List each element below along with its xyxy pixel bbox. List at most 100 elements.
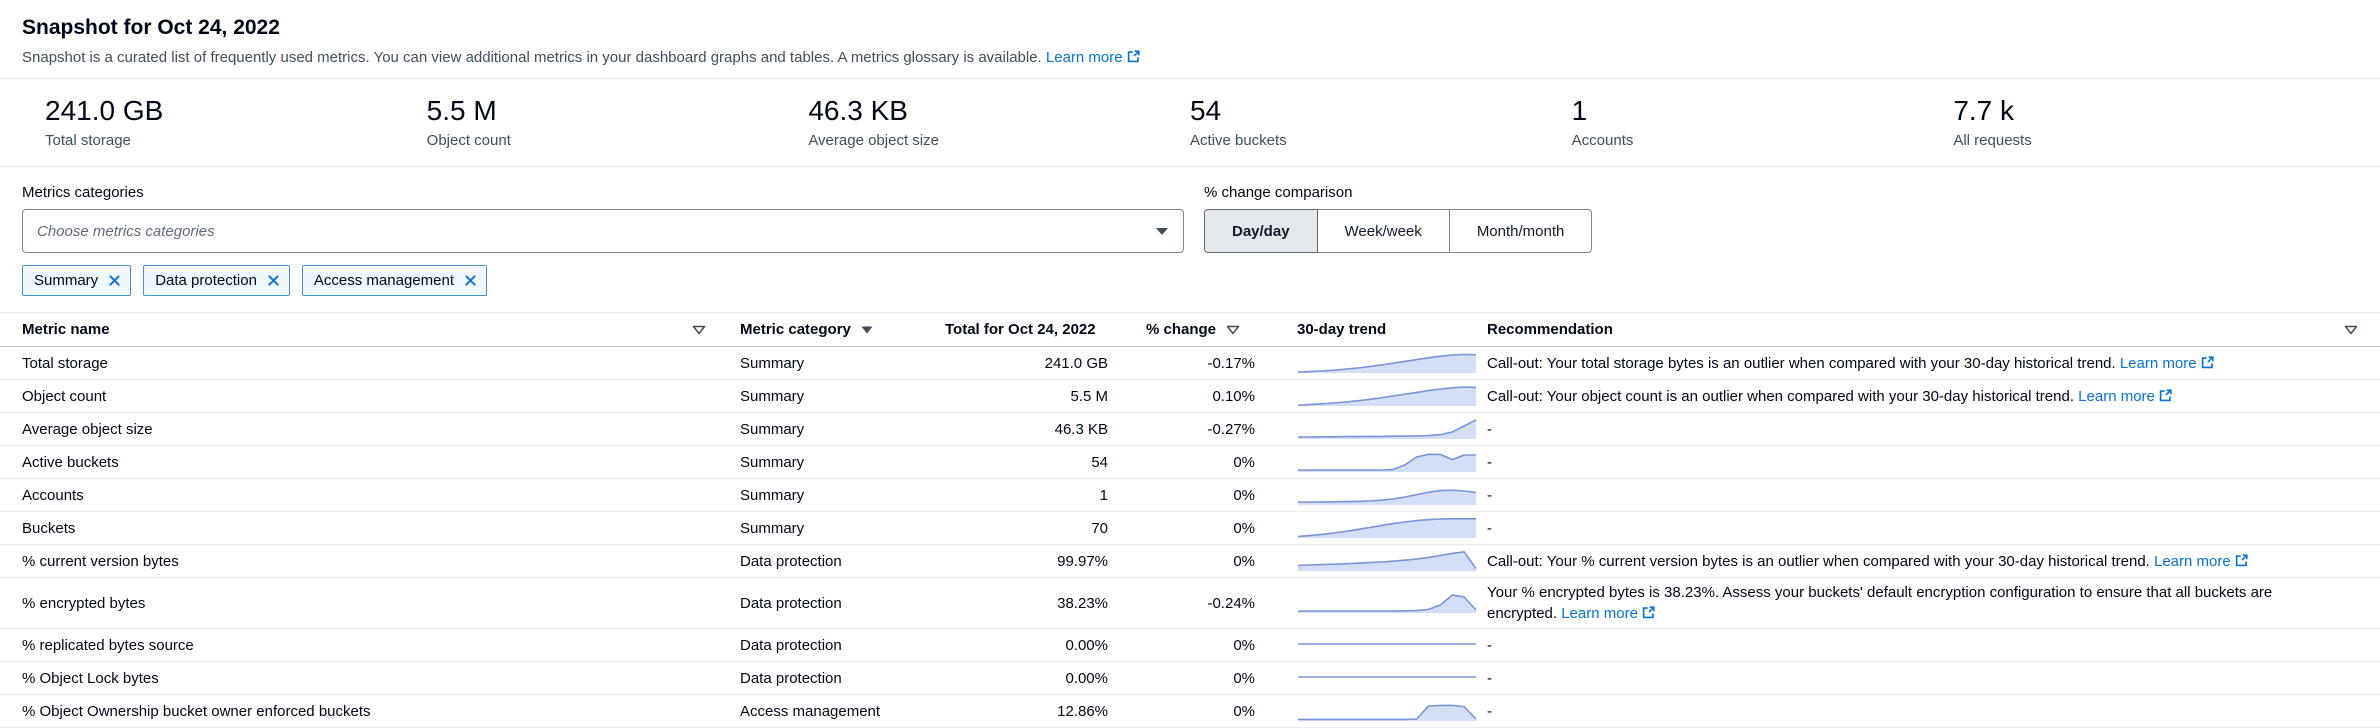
trend-sparkline: [1297, 549, 1477, 573]
learn-more-link[interactable]: Learn more: [2154, 553, 2231, 570]
column-header-total[interactable]: Total for Oct 24, 2022: [937, 321, 1112, 338]
stat-value: 5.5 M: [427, 94, 809, 127]
stat-label: All requests: [1953, 132, 2335, 149]
learn-more-link[interactable]: Learn more: [1046, 49, 1123, 66]
metric-change: 0%: [1112, 635, 1257, 656]
comparison-segment[interactable]: Day/day: [1204, 209, 1318, 253]
comparison-segment[interactable]: Week/week: [1317, 209, 1450, 253]
recommendation-cell: Call-out: Your object count is an outlie…: [1487, 386, 2358, 407]
metric-name: % current version bytes: [22, 551, 732, 572]
column-header-metric-category[interactable]: Metric category: [732, 321, 937, 338]
stat-label: Average object size: [808, 132, 1190, 149]
metric-total: 12.86%: [937, 701, 1112, 722]
metrics-categories-input[interactable]: [37, 223, 1155, 240]
metric-total: 1: [937, 485, 1112, 506]
external-link-icon: [2201, 356, 2214, 369]
table-row: Buckets Summary 70 0% -: [0, 512, 2380, 545]
metric-name: Average object size: [22, 419, 732, 440]
trend-sparkline: [1297, 633, 1477, 657]
metric-name: % Object Ownership bucket owner enforced…: [22, 701, 732, 722]
metric-change: -0.17%: [1112, 353, 1257, 374]
metric-change: 0%: [1112, 518, 1257, 539]
trend-sparkline-cell: [1257, 417, 1487, 441]
page-description-text: Snapshot is a curated list of frequently…: [22, 49, 1042, 66]
table-body: Total storage Summary 241.0 GB -0.17% Ca…: [0, 347, 2380, 728]
trend-sparkline-cell: [1257, 633, 1487, 657]
table-row: Total storage Summary 241.0 GB -0.17% Ca…: [0, 347, 2380, 380]
recommendation-cell: -: [1487, 701, 2358, 722]
metrics-categories-select[interactable]: [22, 209, 1184, 253]
metrics-categories-label: Metrics categories: [22, 184, 1184, 201]
metric-change: 0%: [1112, 701, 1257, 722]
metric-name: Active buckets: [22, 452, 732, 473]
stat-value: 241.0 GB: [45, 94, 427, 127]
recommendation-cell: -: [1487, 518, 2358, 539]
table-row: % Object Lock bytes Data protection 0.00…: [0, 662, 2380, 695]
table-row: Active buckets Summary 54 0% -: [0, 446, 2380, 479]
comparison-segmented-control: Day/day Week/week Month/month: [1204, 209, 1592, 253]
trend-sparkline: [1297, 666, 1477, 690]
learn-more-link[interactable]: Learn more: [2078, 388, 2155, 405]
metric-total: 46.3 KB: [937, 419, 1112, 440]
metric-total: 38.23%: [937, 593, 1112, 614]
comparison-segment[interactable]: Month/month: [1449, 209, 1593, 253]
stat-label: Accounts: [1572, 132, 1954, 149]
table-header: Metric name Metric category Total for Oc…: [0, 312, 2380, 347]
token-dismiss-button[interactable]: [267, 274, 280, 287]
table-row: % current version bytes Data protection …: [0, 545, 2380, 578]
table-row: Average object size Summary 46.3 KB -0.2…: [0, 413, 2380, 446]
table-row: Accounts Summary 1 0% -: [0, 479, 2380, 512]
metric-change: 0%: [1112, 668, 1257, 689]
trend-sparkline-cell: [1257, 549, 1487, 573]
column-header-recommendation[interactable]: Recommendation: [1487, 321, 2358, 338]
stat-accounts: 1 Accounts: [1572, 94, 1954, 149]
token-summary: Summary: [22, 265, 131, 296]
metric-change: 0.10%: [1112, 386, 1257, 407]
token-data-protection: Data protection: [143, 265, 290, 296]
stat-object-count: 5.5 M Object count: [427, 94, 809, 149]
column-header-metric-name[interactable]: Metric name: [22, 321, 732, 338]
trend-sparkline-cell: [1257, 450, 1487, 474]
trend-sparkline-cell: [1257, 699, 1487, 723]
learn-more-link[interactable]: Learn more: [1561, 605, 1638, 622]
stat-total-storage: 241.0 GB Total storage: [45, 94, 427, 149]
trend-sparkline: [1297, 417, 1477, 441]
metric-name: Accounts: [22, 485, 732, 506]
metric-category: Data protection: [732, 668, 937, 689]
token-dismiss-button[interactable]: [464, 274, 477, 287]
trend-sparkline-cell: [1257, 384, 1487, 408]
metric-name: % Object Lock bytes: [22, 668, 732, 689]
metric-category: Data protection: [732, 593, 937, 614]
external-link-icon: [2235, 554, 2248, 567]
metric-change: 0%: [1112, 485, 1257, 506]
trend-sparkline-cell: [1257, 483, 1487, 507]
table-row: Object count Summary 5.5 M 0.10% Call-ou…: [0, 380, 2380, 413]
column-header-trend: 30-day trend: [1257, 321, 1487, 338]
trend-sparkline: [1297, 516, 1477, 540]
metric-category: Summary: [732, 452, 937, 473]
token-dismiss-button[interactable]: [108, 274, 121, 287]
metric-name: Buckets: [22, 518, 732, 539]
trend-sparkline: [1297, 483, 1477, 507]
caret-down-icon: [1155, 227, 1169, 236]
caret-down-filled-icon: [861, 326, 873, 334]
stat-value: 46.3 KB: [808, 94, 1190, 127]
metric-total: 54: [937, 452, 1112, 473]
trend-sparkline: [1297, 699, 1477, 723]
table-row: % encrypted bytes Data protection 38.23%…: [0, 578, 2380, 629]
summary-stats: 241.0 GB Total storage 5.5 M Object coun…: [0, 78, 2380, 167]
metric-category: Summary: [732, 353, 937, 374]
stat-active-buckets: 54 Active buckets: [1190, 94, 1572, 149]
metric-category: Summary: [732, 518, 937, 539]
stat-value: 54: [1190, 94, 1572, 127]
learn-more-link[interactable]: Learn more: [2120, 355, 2197, 372]
change-comparison-field: % change comparison Day/day Week/week Mo…: [1204, 184, 1592, 253]
trend-sparkline-cell: [1257, 351, 1487, 375]
close-icon: [267, 274, 280, 287]
metric-category: Access management: [732, 701, 937, 722]
column-header-change[interactable]: % change: [1112, 321, 1257, 338]
recommendation-cell: Call-out: Your total storage bytes is an…: [1487, 353, 2358, 374]
metric-category: Summary: [732, 485, 937, 506]
metric-name: % replicated bytes source: [22, 635, 732, 656]
metric-total: 70: [937, 518, 1112, 539]
